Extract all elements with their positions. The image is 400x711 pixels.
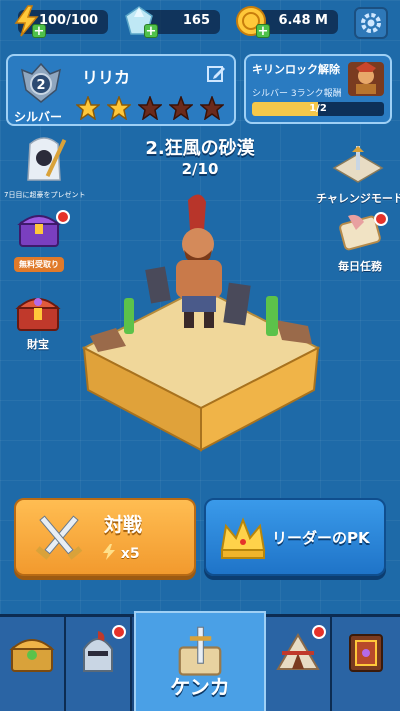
unlock-subtitle: シルバー 3ランク報酬	[252, 89, 342, 99]
crown-icon	[220, 517, 266, 559]
gem-counter[interactable]: + 165	[125, 6, 220, 38]
leader-pk-button[interactable]: リーダーのPK	[204, 498, 386, 576]
energy-value: 100/100	[38, 13, 98, 28]
unlock-reward-card[interactable]: キリンロック解除 シルバー 3ランク報酬 1/2	[244, 54, 392, 124]
energy-counter[interactable]: + 100/100	[14, 5, 108, 38]
nav-tab-camp[interactable]	[266, 617, 332, 711]
star-empty-icon	[138, 96, 162, 120]
rank-badge-icon: 2	[20, 62, 62, 103]
gift-event-label: 7日目に超豪をプレゼント	[4, 191, 86, 199]
edit-icon[interactable]	[206, 64, 226, 84]
treasure-button[interactable]: 財宝	[8, 290, 68, 352]
player-name: リリカ	[82, 68, 131, 87]
star-filled-icon	[76, 96, 100, 120]
nav-tab-heroes[interactable]	[66, 617, 132, 711]
add-gem-button[interactable]: +	[144, 24, 158, 38]
unlock-title: キリンロック解除	[252, 63, 340, 76]
challenge-mode-label: チャレンジモード	[316, 192, 400, 205]
rank-stars	[76, 96, 231, 124]
notification-dot	[374, 212, 388, 226]
rank-label: シルバー	[14, 110, 63, 124]
battle-cost-value: x5	[120, 546, 140, 562]
cactus-icon	[266, 296, 278, 336]
crossed-swords-icon	[35, 515, 83, 560]
battle-label: 対戦	[104, 514, 143, 536]
shrine-icon	[332, 146, 384, 183]
battle-button[interactable]: 対戦 x5	[14, 498, 196, 576]
daily-quest-button[interactable]: 毎日任務	[326, 210, 394, 274]
treasure-label: 財宝	[27, 338, 49, 351]
treasure-chest-icon	[15, 298, 61, 331]
daily-quest-label: 毎日任務	[338, 260, 382, 273]
player-profile-card[interactable]: 2 シルバー リリカ	[6, 54, 236, 126]
add-gold-button[interactable]: +	[256, 24, 270, 38]
bottom-navigation: ケンカ	[0, 611, 400, 711]
free-claim-label: 無料受取り	[14, 257, 64, 272]
book-icon	[349, 634, 383, 672]
settings-button[interactable]	[354, 7, 388, 39]
gift-event-button[interactable]: 7日目に超豪をプレゼント	[4, 134, 86, 200]
free-chest-button[interactable]: 無料受取り	[4, 206, 74, 272]
challenge-mode-button[interactable]: チャレンジモード	[316, 146, 400, 206]
leader-pk-label: リーダーのPK	[272, 529, 370, 547]
unlock-progress-bar: 1/2	[252, 102, 384, 116]
hero-portrait-icon	[348, 62, 384, 96]
treasure-chest-icon	[9, 639, 55, 672]
notification-dot	[56, 210, 70, 224]
nav-tab-fight-label: ケンカ	[170, 675, 230, 699]
nav-tab-shop[interactable]	[0, 617, 66, 711]
gold-counter[interactable]: + 6.48 M	[236, 6, 338, 38]
battle-cost: x5	[102, 544, 140, 562]
star-empty-icon	[169, 96, 193, 120]
stage-diorama[interactable]	[76, 188, 326, 458]
hero-gift-icon	[27, 137, 67, 181]
cactus-icon	[124, 298, 134, 334]
nav-tab-fight[interactable]: ケンカ	[134, 611, 266, 711]
gold-value: 6.48 M	[278, 13, 328, 28]
rank-number: 2	[36, 78, 45, 93]
notification-dot	[312, 625, 326, 639]
star-empty-icon	[200, 96, 224, 120]
unlock-progress-text: 1/2	[309, 103, 327, 114]
star-filled-icon	[107, 96, 131, 120]
gear-icon	[361, 13, 381, 33]
notification-dot	[112, 625, 126, 639]
lightning-icon	[103, 544, 115, 560]
nav-tab-codex[interactable]	[332, 617, 400, 711]
gem-value: 165	[182, 13, 210, 28]
